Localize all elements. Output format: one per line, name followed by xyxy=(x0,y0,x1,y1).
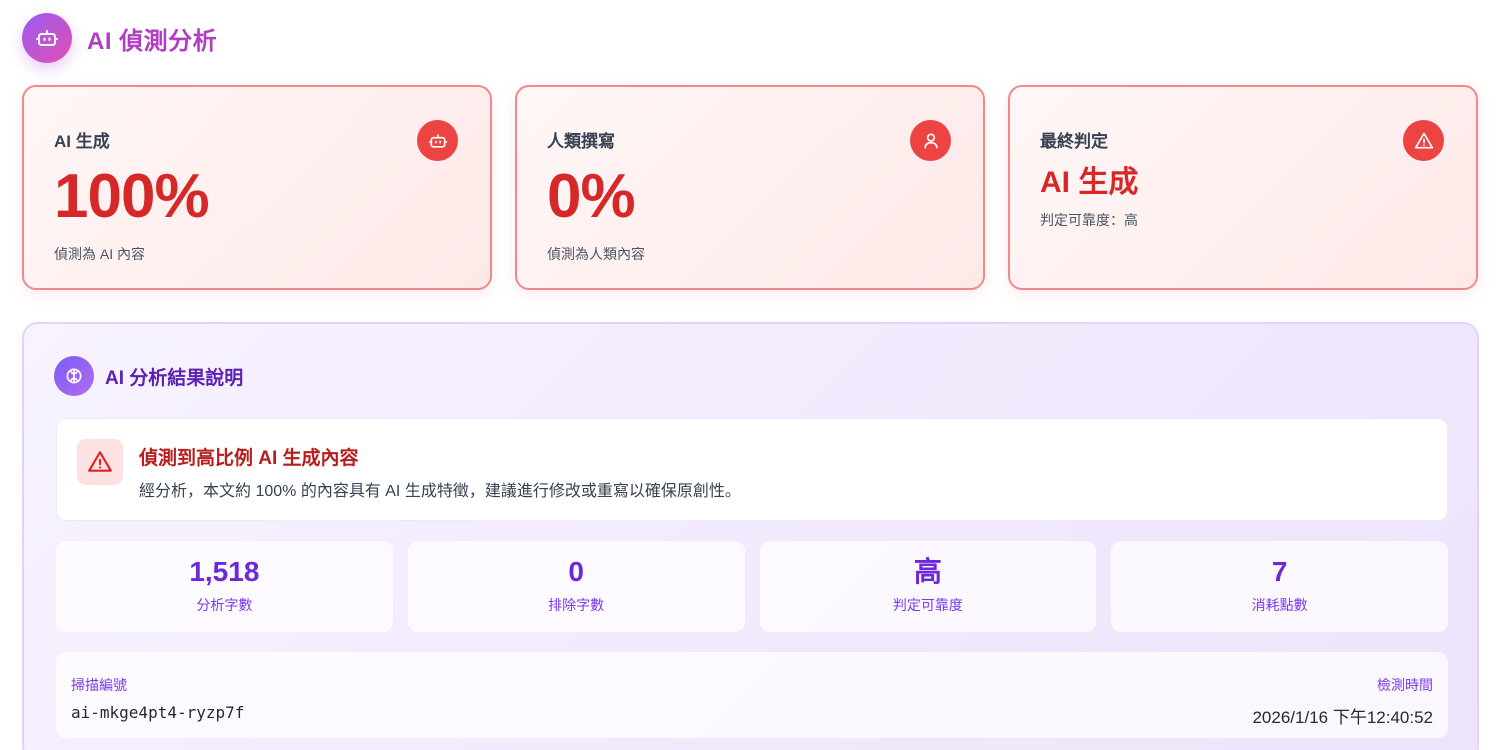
scan-id-block: 掃描編號 ai-mkge4pt4-ryzp7f xyxy=(71,675,244,722)
brain-icon xyxy=(54,356,94,396)
metrics-row: 1,518 分析字數 0 排除字數 高 判定可靠度 7 消耗點數 xyxy=(56,541,1448,632)
card-subtitle: 偵測為 AI 內容 xyxy=(54,246,146,262)
robot-icon xyxy=(22,13,72,63)
ai-generated-card: AI 生成 100% 偵測為 AI 內容 xyxy=(22,85,492,290)
card-subtitle: 偵測為人類內容 xyxy=(547,246,645,262)
final-verdict: AI 生成 xyxy=(1040,166,1139,199)
ai-detection-page: AI 偵測分析 AI 生成 100% 偵測為 AI 內容 人類撰寫 0% 偵測為… xyxy=(0,0,1500,750)
human-written-card: 人類撰寫 0% 偵測為人類內容 xyxy=(515,85,985,290)
metric-value: 高 xyxy=(913,556,942,587)
panel-title: AI 分析結果說明 xyxy=(105,367,244,389)
metric-excluded-words: 0 排除字數 xyxy=(407,541,745,632)
user-icon xyxy=(910,120,951,161)
metric-label: 消耗點數 xyxy=(1251,597,1308,613)
metric-label: 判定可靠度 xyxy=(892,597,963,613)
metric-analyzed-words: 1,518 分析字數 xyxy=(56,541,393,632)
metric-value: 7 xyxy=(1271,556,1288,587)
card-subtitle: 判定可靠度：高 xyxy=(1040,212,1138,228)
robot-icon xyxy=(417,120,458,161)
scan-time-label: 檢測時間 xyxy=(1377,677,1433,693)
scan-time-block: 檢測時間 2026/1/16 下午12:40:52 xyxy=(1252,675,1433,728)
card-label: 最終判定 xyxy=(1040,132,1108,151)
metric-reliability: 高 判定可靠度 xyxy=(759,541,1097,632)
page-title: AI 偵測分析 xyxy=(87,27,218,55)
human-percentage: 0% xyxy=(547,162,636,231)
analysis-panel: AI 分析結果說明 偵測到高比例 AI 生成內容 經分析，本文約 100% 的內… xyxy=(22,322,1479,750)
alert-box: 偵測到高比例 AI 生成內容 經分析，本文約 100% 的內容具有 AI 生成特… xyxy=(56,418,1448,521)
metric-label: 排除字數 xyxy=(548,597,605,613)
metric-label: 分析字數 xyxy=(196,597,253,613)
scan-id: ai-mkge4pt4-ryzp7f xyxy=(71,703,245,722)
scan-time: 2026/1/16 下午12:40:52 xyxy=(1252,708,1433,727)
alert-text: 經分析，本文約 100% 的內容具有 AI 生成特徵，建議進行修改或重寫以確保原… xyxy=(139,483,741,500)
warning-icon xyxy=(77,439,123,485)
panel-header: AI 分析結果說明 xyxy=(54,356,243,396)
scan-id-label: 掃描編號 xyxy=(71,677,127,693)
card-label: AI 生成 xyxy=(54,132,110,151)
alert-title: 偵測到高比例 AI 生成內容 xyxy=(139,448,359,469)
ai-percentage: 100% xyxy=(54,162,210,231)
metric-points-used: 7 消耗點數 xyxy=(1111,541,1448,632)
metric-value: 0 xyxy=(568,556,584,587)
scan-info: 掃描編號 ai-mkge4pt4-ryzp7f 檢測時間 2026/1/16 下… xyxy=(56,652,1448,738)
card-label: 人類撰寫 xyxy=(547,132,615,151)
final-verdict-card: 最終判定 AI 生成 判定可靠度：高 xyxy=(1008,85,1478,290)
metric-value: 1,518 xyxy=(189,556,260,587)
warning-icon xyxy=(1403,120,1444,161)
page-header: AI 偵測分析 xyxy=(22,13,217,63)
